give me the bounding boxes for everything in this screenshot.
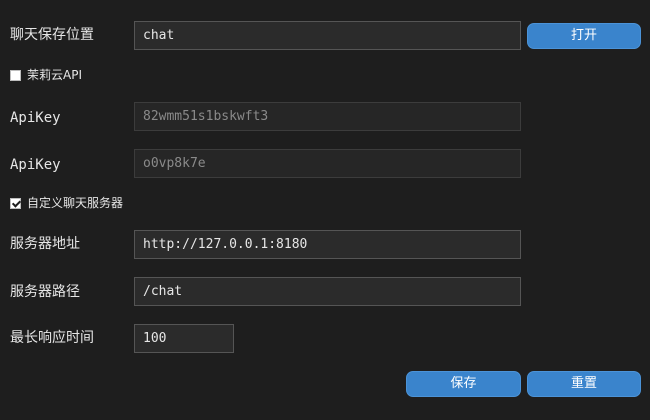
custom-chat-server-toggle[interactable]: 自定义聊天服务器 — [10, 196, 123, 210]
reset-button[interactable]: 重置 — [527, 371, 641, 397]
chat-save-location-input[interactable]: chat — [134, 21, 521, 50]
max-response-time-input[interactable]: 100 — [134, 324, 234, 353]
chat-save-location-label: 聊天保存位置 — [10, 27, 94, 43]
server-address-label: 服务器地址 — [10, 236, 80, 252]
custom-chat-server-label: 自定义聊天服务器 — [27, 196, 124, 210]
chat-settings-panel: 聊天保存位置 chat 打开 茉莉云API ApiKey 82wmm51s1bs… — [0, 0, 650, 420]
max-response-time-label: 最长响应时间 — [10, 330, 94, 346]
apikey-input-1[interactable]: 82wmm51s1bskwft3 — [134, 102, 521, 131]
open-folder-button[interactable]: 打开 — [527, 23, 641, 49]
save-button[interactable]: 保存 — [406, 371, 521, 397]
custom-chat-server-checkbox[interactable] — [10, 197, 21, 209]
apikey-label-1: ApiKey — [10, 110, 61, 126]
apikey-label-2: ApiKey — [10, 157, 61, 173]
server-address-input[interactable]: http://127.0.0.1:8180 — [134, 230, 521, 259]
server-path-input[interactable]: /chat — [134, 277, 521, 306]
apikey-input-2[interactable]: o0vp8k7e — [134, 149, 521, 178]
jasmine-cloud-api-toggle[interactable]: 茉莉云API — [10, 68, 82, 82]
jasmine-cloud-api-label: 茉莉云API — [27, 68, 82, 82]
jasmine-cloud-api-checkbox[interactable] — [10, 69, 21, 81]
server-path-label: 服务器路径 — [10, 284, 80, 300]
